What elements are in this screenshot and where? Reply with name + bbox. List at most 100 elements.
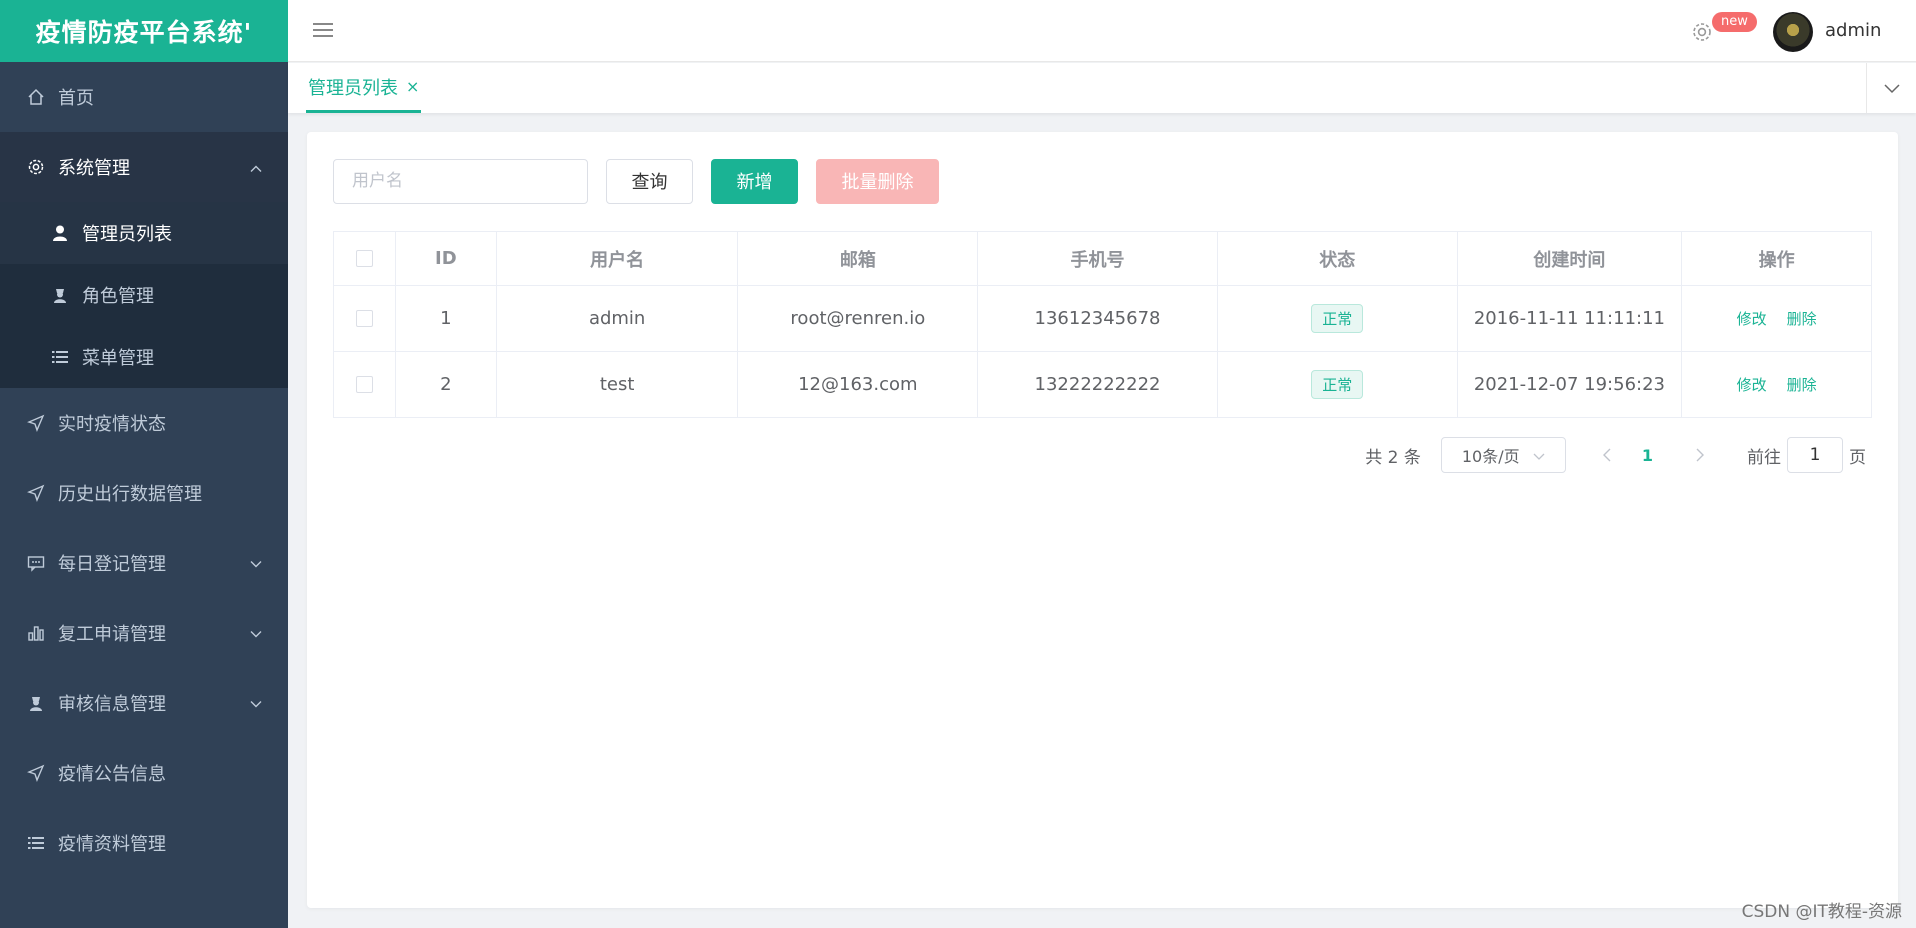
- sidebar: 疫情防疫平台系统' 首页 系统管理 管理员列表 角色管理 菜单管理 实时疫情状态…: [0, 0, 288, 928]
- app-root: 疫情防疫平台系统' 首页 系统管理 管理员列表 角色管理 菜单管理 实时疫情状态…: [0, 0, 1916, 928]
- column-header: ID: [396, 232, 497, 285]
- brand-title: 疫情防疫平台系统': [0, 0, 288, 62]
- tabs-bar: 管理员列表 ×: [288, 63, 1916, 113]
- hamburger-icon[interactable]: [313, 21, 333, 43]
- chevron-down-icon: [1883, 79, 1900, 98]
- chevron-left-icon[interactable]: [1596, 448, 1618, 462]
- submenu-system: 管理员列表 角色管理 菜单管理: [0, 202, 288, 388]
- chevron-right-icon[interactable]: [1689, 448, 1711, 462]
- username-label[interactable]: admin: [1825, 20, 1881, 41]
- watermark: CSDN @IT教程-资源: [1741, 902, 1902, 922]
- sidebar-item-resume-work[interactable]: 复工申请管理: [0, 598, 288, 668]
- cell-email: root@renren.io: [738, 286, 979, 351]
- user-icon: [50, 223, 70, 243]
- sidebar-item-announcement[interactable]: 疫情公告信息: [0, 738, 288, 808]
- chevron-down-icon: [250, 553, 262, 574]
- cell-phone: 13612345678: [978, 286, 1218, 351]
- send-icon: [26, 413, 46, 433]
- goto-label: 前往: [1747, 447, 1781, 468]
- role-icon: [50, 285, 70, 305]
- top-header: new admin: [288, 0, 1916, 62]
- row-checkbox[interactable]: [355, 310, 373, 327]
- send-icon: [26, 483, 46, 503]
- add-button[interactable]: 新增: [711, 158, 798, 204]
- cell-actions: 修改 删除: [1682, 286, 1871, 351]
- close-icon[interactable]: ×: [406, 77, 419, 96]
- sidebar-item-materials[interactable]: 疫情资料管理: [0, 808, 288, 878]
- sidebar-item-label: 审核信息管理: [58, 694, 166, 715]
- search-input[interactable]: [333, 158, 588, 204]
- page-size-select[interactable]: 10条/页: [1440, 437, 1566, 473]
- sidebar-item-label: 疫情资料管理: [58, 834, 166, 855]
- cell-status: 正常: [1218, 352, 1458, 417]
- column-header: 创建时间: [1458, 232, 1683, 285]
- page-number-current[interactable]: 1: [1642, 446, 1653, 465]
- edit-link[interactable]: 修改: [1737, 374, 1767, 395]
- chevron-up-icon: [250, 157, 262, 178]
- table-row: 1 admin root@renren.io 13612345678 正常 20…: [334, 286, 1871, 352]
- chevron-down-icon: [250, 623, 262, 644]
- goto-page-input[interactable]: [1787, 437, 1843, 473]
- table-row: 2 test 12@163.com 13222222222 正常 2021-12…: [334, 352, 1871, 417]
- sidebar-item-daily-register[interactable]: 每日登记管理: [0, 528, 288, 598]
- gear-icon: [26, 157, 46, 177]
- batch-delete-button[interactable]: 批量删除: [816, 158, 939, 204]
- list-icon: [50, 347, 70, 367]
- send-icon: [26, 763, 46, 783]
- sidebar-item-label: 管理员列表: [82, 224, 172, 245]
- sidebar-item-travel-history[interactable]: 历史出行数据管理: [0, 458, 288, 528]
- cell-username: test: [497, 352, 739, 417]
- sidebar-item-home[interactable]: 首页: [0, 62, 288, 132]
- new-badge: new: [1712, 12, 1757, 32]
- sidebar-item-audit-info[interactable]: 审核信息管理: [0, 668, 288, 738]
- sidebar-item-label: 系统管理: [58, 158, 130, 179]
- gear-icon[interactable]: [1690, 20, 1714, 48]
- column-header: 手机号: [978, 232, 1218, 285]
- message-icon: [26, 553, 46, 573]
- cell-created: 2021-12-07 19:56:23: [1458, 352, 1683, 417]
- header-checkbox-cell: [334, 232, 396, 285]
- row-checkbox-cell: [334, 352, 396, 417]
- cell-username: admin: [497, 286, 739, 351]
- sidebar-item-menu[interactable]: 菜单管理: [0, 326, 288, 388]
- sidebar-item-realtime-status[interactable]: 实时疫情状态: [0, 388, 288, 458]
- column-header: 用户名: [497, 232, 739, 285]
- column-header: 邮箱: [738, 232, 979, 285]
- tab-admin-list[interactable]: 管理员列表 ×: [306, 63, 422, 113]
- row-checkbox[interactable]: [355, 376, 373, 393]
- delete-link[interactable]: 删除: [1787, 374, 1817, 395]
- status-badge: 正常: [1311, 370, 1364, 399]
- cell-status: 正常: [1218, 286, 1458, 351]
- cell-id: 1: [396, 286, 497, 351]
- column-header: 操作: [1758, 249, 1795, 271]
- sidebar-item-label: 首页: [58, 88, 94, 109]
- home-icon: [26, 87, 46, 107]
- sidebar-item-role[interactable]: 角色管理: [0, 264, 288, 326]
- tab-label: 管理员列表: [308, 77, 398, 99]
- admin-table: ID 用户名 邮箱 手机号 状态 创建时间 操作 1 admin root@re…: [333, 231, 1872, 418]
- pagination-total: 共 2 条: [1365, 447, 1421, 468]
- sidebar-item-system[interactable]: 系统管理: [0, 132, 288, 202]
- select-all-checkbox[interactable]: [355, 250, 373, 267]
- cell-id: 2: [396, 352, 497, 417]
- sidebar-item-label: 菜单管理: [82, 348, 154, 369]
- delete-link[interactable]: 删除: [1787, 308, 1817, 329]
- sidebar-item-label: 复工申请管理: [58, 624, 166, 645]
- chart-icon: [26, 623, 46, 643]
- sidebar-item-admin-list[interactable]: 管理员列表: [0, 202, 288, 264]
- page-size-value: 10条/页: [1461, 447, 1520, 466]
- cell-phone: 13222222222: [978, 352, 1218, 417]
- tabs-dropdown-button[interactable]: [1866, 63, 1916, 113]
- status-badge: 正常: [1311, 304, 1364, 333]
- query-button[interactable]: 查询: [606, 158, 693, 204]
- row-checkbox-cell: [334, 286, 396, 351]
- list-icon: [26, 833, 46, 853]
- goto-unit: 页: [1849, 447, 1866, 468]
- cell-actions: 修改 删除: [1682, 352, 1871, 417]
- avatar[interactable]: [1773, 12, 1813, 52]
- sidebar-item-label: 每日登记管理: [58, 554, 166, 575]
- chevron-down-icon: [250, 693, 262, 714]
- sidebar-item-label: 实时疫情状态: [58, 414, 166, 435]
- role-icon: [26, 693, 46, 713]
- edit-link[interactable]: 修改: [1737, 308, 1767, 329]
